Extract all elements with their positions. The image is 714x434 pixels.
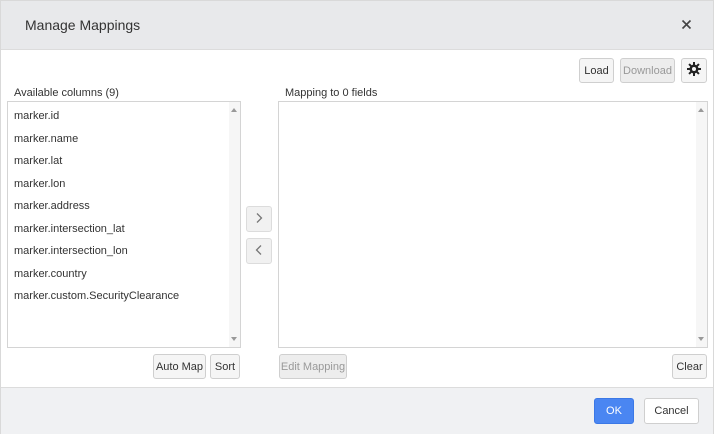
mapping-list[interactable]: [278, 101, 708, 348]
chevron-left-icon: [254, 244, 264, 259]
list-item[interactable]: marker.lon: [8, 173, 240, 196]
available-columns-label: Available columns (9): [14, 87, 119, 99]
cancel-button[interactable]: Cancel: [644, 398, 699, 424]
scrollbar[interactable]: [229, 102, 240, 347]
add-to-mapping-button[interactable]: [246, 206, 272, 232]
list-item[interactable]: marker.intersection_lat: [8, 218, 240, 241]
remove-from-mapping-button[interactable]: [246, 238, 272, 264]
dialog-header: Manage Mappings: [1, 1, 713, 50]
list-item[interactable]: marker.address: [8, 195, 240, 218]
chevron-right-icon: [254, 212, 264, 227]
scroll-up-icon[interactable]: [231, 108, 237, 112]
scroll-down-icon[interactable]: [698, 337, 704, 341]
clear-button[interactable]: Clear: [672, 354, 707, 379]
list-item[interactable]: marker.intersection_lon: [8, 240, 240, 263]
mapping-label: Mapping to 0 fields: [285, 87, 378, 99]
available-columns-items: marker.id marker.name marker.lat marker.lon…: [8, 102, 240, 308]
list-item[interactable]: marker.name: [8, 128, 240, 151]
ok-button[interactable]: OK: [594, 398, 634, 424]
edit-mapping-button[interactable]: Edit Mapping: [279, 354, 347, 379]
scrollbar[interactable]: [696, 102, 707, 347]
download-button[interactable]: Download: [620, 58, 675, 83]
load-button[interactable]: Load: [579, 58, 614, 83]
gear-icon: [686, 61, 702, 80]
scroll-down-icon[interactable]: [231, 337, 237, 341]
list-item[interactable]: marker.id: [8, 105, 240, 128]
settings-button[interactable]: [681, 58, 707, 83]
close-icon[interactable]: [679, 15, 695, 33]
dialog-footer: OK Cancel: [1, 387, 713, 434]
dialog-title: Manage Mappings: [25, 17, 141, 33]
list-item[interactable]: marker.country: [8, 263, 240, 286]
list-item[interactable]: marker.lat: [8, 150, 240, 173]
sort-button[interactable]: Sort: [210, 354, 240, 379]
scroll-up-icon[interactable]: [698, 108, 704, 112]
manage-mappings-dialog: Manage Mappings Load Download Available …: [0, 0, 714, 434]
auto-map-button[interactable]: Auto Map: [153, 354, 206, 379]
list-item[interactable]: marker.custom.SecurityClearance: [8, 285, 240, 308]
available-columns-list[interactable]: marker.id marker.name marker.lat marker.lon…: [7, 101, 241, 348]
